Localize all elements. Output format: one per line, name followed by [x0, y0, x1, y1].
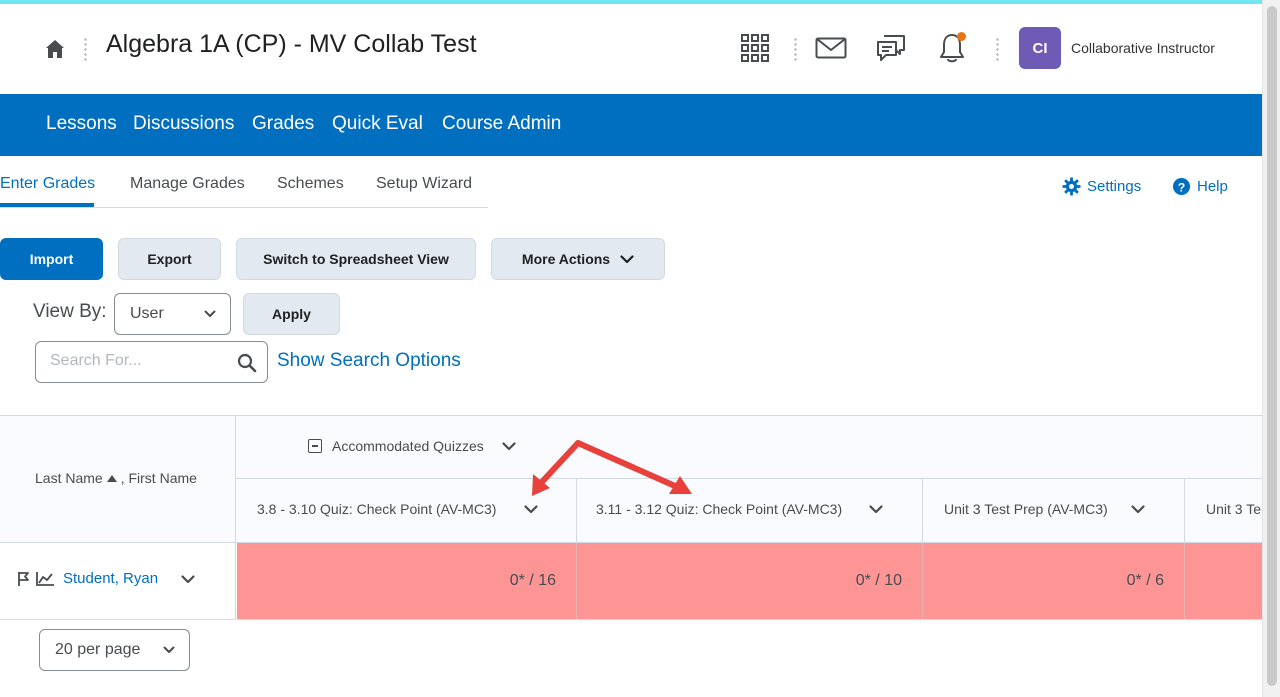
apply-button[interactable]: Apply — [243, 293, 340, 335]
gear-icon — [1062, 177, 1081, 196]
tabs-divider — [0, 207, 488, 208]
column-title: 3.8 - 3.10 Quiz: Check Point (AV-MC3) — [257, 501, 497, 517]
flag-icon[interactable] — [17, 571, 31, 587]
nav-lessons[interactable]: Lessons — [46, 113, 117, 135]
more-actions-label: More Actions — [521, 251, 611, 267]
chevron-down-icon[interactable] — [502, 441, 516, 451]
grade-value: 0* / 6 — [1126, 572, 1164, 589]
category-header: Accommodated Quizzes — [236, 416, 1262, 479]
notification-dot — [957, 32, 966, 41]
progress-chart-icon[interactable] — [35, 571, 55, 587]
view-by-select[interactable]: User — [114, 293, 231, 335]
sort-first-name-link[interactable]: , First Name — [121, 470, 197, 486]
grade-value: 0* / 10 — [855, 572, 902, 589]
chevron-down-icon — [163, 646, 175, 653]
nav-discussions[interactable]: Discussions — [133, 113, 234, 135]
tab-setup-wizard[interactable]: Setup Wizard — [376, 175, 472, 193]
chevron-down-icon — [204, 310, 216, 317]
sort-ascending-icon — [106, 474, 117, 482]
help-link[interactable]: ? Help — [1172, 177, 1228, 196]
course-selector-grid-icon[interactable] — [737, 30, 773, 66]
active-tab-indicator — [0, 203, 94, 207]
grade-cell[interactable]: 0* / 10 — [577, 543, 923, 620]
help-label: Help — [1197, 178, 1228, 195]
scrollbar-thumb[interactable] — [1267, 6, 1277, 686]
per-page-value: 20 per page — [55, 641, 141, 658]
vertical-scrollbar[interactable] — [1262, 0, 1280, 697]
home-icon[interactable] — [44, 38, 66, 60]
search-icon[interactable] — [237, 353, 257, 378]
avatar[interactable]: CI — [1019, 27, 1061, 69]
nav-grades[interactable]: Grades — [252, 113, 314, 135]
more-actions-button[interactable]: More Actions — [491, 238, 665, 280]
header-separator — [794, 37, 797, 61]
course-title[interactable]: Algebra 1A (CP) - MV Collab Test — [106, 30, 477, 59]
search-input[interactable] — [50, 352, 230, 370]
chevron-down-icon[interactable] — [1131, 505, 1145, 514]
top-accent-line — [0, 0, 1262, 4]
search-box — [35, 341, 268, 383]
sort-last-name-link[interactable]: Last Name — [35, 470, 103, 486]
show-search-options-link[interactable]: Show Search Options — [277, 350, 461, 372]
chevron-down-icon[interactable] — [869, 505, 883, 514]
grade-value: 0* / 16 — [509, 572, 556, 589]
grade-cell[interactable]: 0* / 16 — [237, 543, 577, 620]
table-row-student: Student, Ryan — [0, 543, 236, 620]
nav-quick-eval[interactable]: Quick Eval — [332, 113, 423, 135]
chat-bubbles-icon[interactable] — [873, 30, 909, 66]
grade-column-header: Unit 3 Te — [1185, 479, 1262, 543]
header-separator — [996, 37, 999, 61]
tab-manage-grades[interactable]: Manage Grades — [130, 175, 245, 193]
column-title: Unit 3 Test Prep (AV-MC3) — [944, 501, 1108, 517]
column-title: Unit 3 Te — [1206, 501, 1261, 517]
notification-bell-icon[interactable] — [934, 30, 970, 66]
grade-cell[interactable] — [1185, 543, 1262, 620]
header-separator — [84, 37, 87, 61]
name-column-header: Last Name , First Name — [0, 416, 236, 543]
annotation-arrows — [532, 440, 692, 496]
svg-text:?: ? — [1178, 180, 1186, 194]
export-button[interactable]: Export — [118, 238, 221, 280]
mail-icon[interactable] — [813, 30, 849, 66]
view-by-selected: User — [130, 305, 164, 322]
category-title: Accommodated Quizzes — [332, 438, 484, 454]
tab-schemes[interactable]: Schemes — [277, 175, 344, 193]
nav-course-admin[interactable]: Course Admin — [442, 113, 561, 135]
user-name[interactable]: Collaborative Instructor — [1071, 40, 1215, 56]
help-icon: ? — [1172, 177, 1191, 196]
view-by-label: View By: — [33, 301, 107, 322]
grade-cell[interactable]: 0* / 6 — [923, 543, 1185, 620]
tab-enter-grades[interactable]: Enter Grades — [0, 175, 95, 193]
switch-to-spreadsheet-button[interactable]: Switch to Spreadsheet View — [236, 238, 476, 280]
student-name-link[interactable]: Student, Ryan — [63, 570, 158, 587]
collapse-icon[interactable] — [308, 439, 322, 453]
chevron-down-icon — [620, 254, 634, 263]
chevron-down-icon[interactable] — [181, 575, 195, 584]
import-button[interactable]: Import — [0, 238, 103, 280]
course-navbar: Lessons Discussions Grades Quick Eval Co… — [0, 94, 1262, 156]
settings-link[interactable]: Settings — [1062, 177, 1141, 196]
grade-column-header: Unit 3 Test Prep (AV-MC3) — [923, 479, 1185, 543]
per-page-select[interactable]: 20 per page — [39, 629, 190, 671]
settings-label: Settings — [1087, 178, 1142, 195]
